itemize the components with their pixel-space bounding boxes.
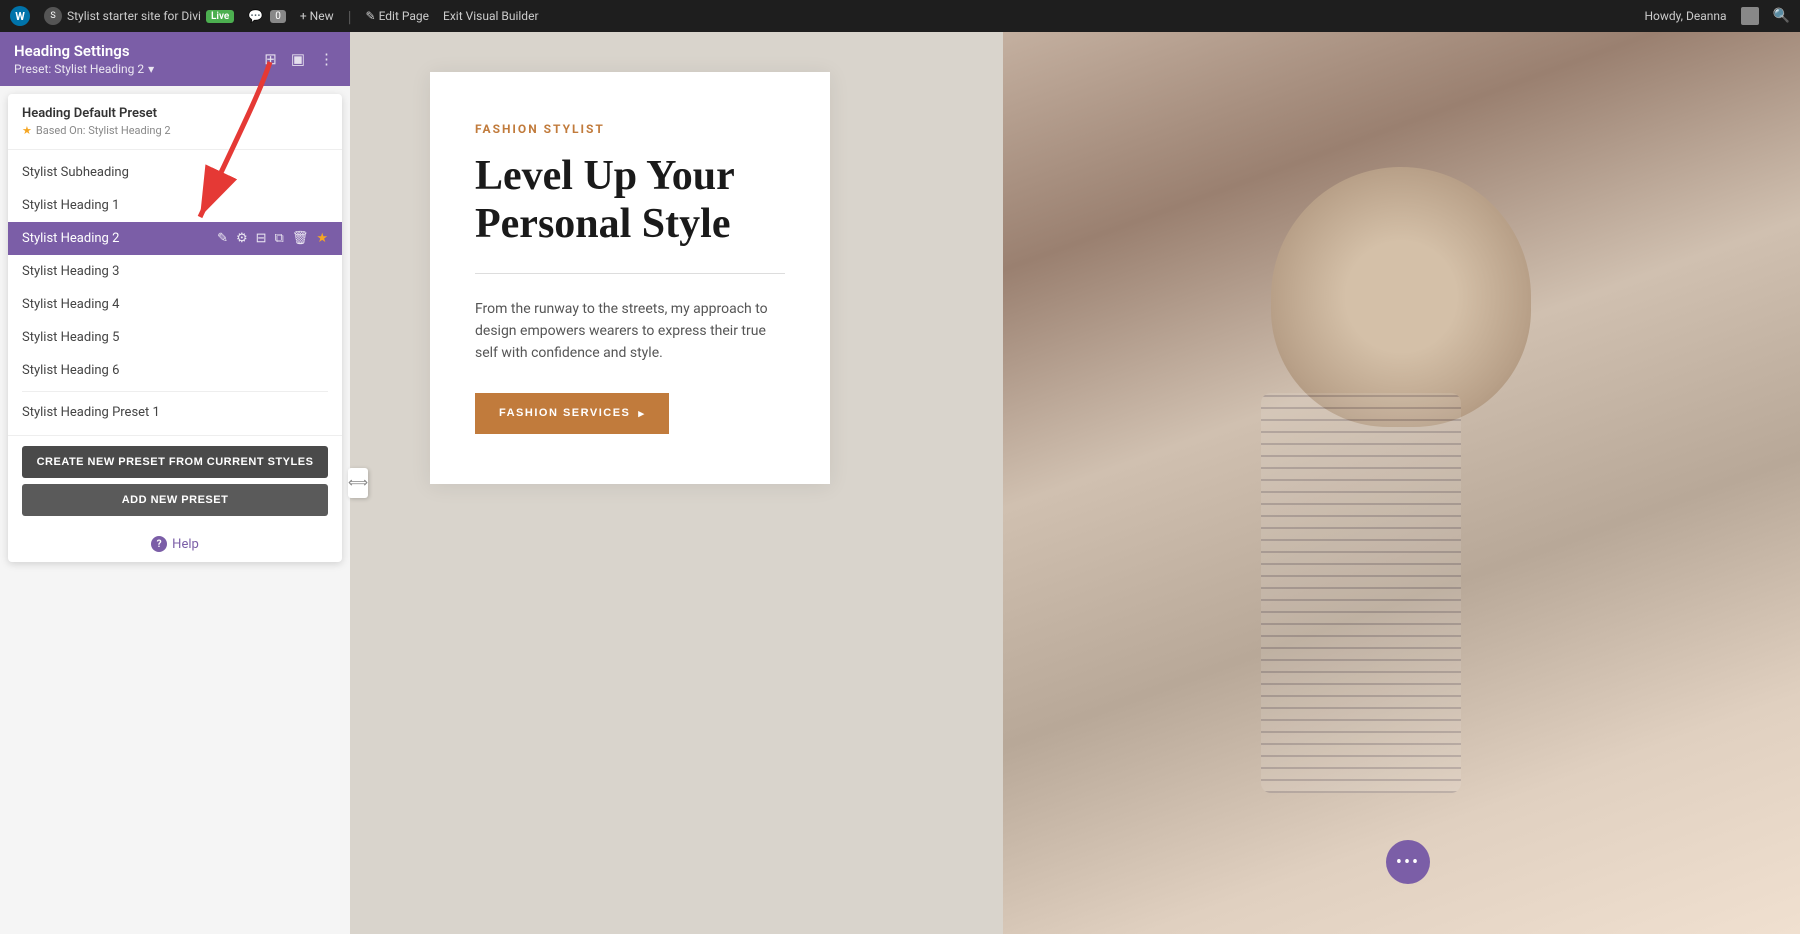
preset-subtitle[interactable]: Preset: Stylist Heading 2 ▾ [14,62,154,76]
admin-bar: W S Stylist starter site for Divi Live 💬… [0,0,1800,32]
comment-icon: 💬 [248,9,263,23]
delete-preset-icon[interactable]: 🗑 [292,231,309,246]
drag-handle[interactable]: ⟺ [348,468,368,498]
preset-item-heading2[interactable]: Stylist Heading 2 ✎ ⚙ ⊟ ⧉ 🗑 ★ [8,222,342,255]
preset-panel: Heading Default Preset ★ Based On: Styli… [8,94,342,562]
resize-icon[interactable]: ⊞ [262,48,279,70]
comments-link[interactable]: 💬 0 [248,9,286,23]
default-preset-title: Heading Default Preset [22,106,328,121]
content-area: FASHION STYLIST Level Up Your Personal S… [350,32,1800,934]
preset-item-actions: ✎ ⚙ ⊟ ⧉ 🗑 ★ [217,231,328,246]
default-preset-section: Heading Default Preset ★ Based On: Styli… [8,94,342,150]
preset-item-heading1[interactable]: Stylist Heading 1 [8,189,342,222]
fashion-services-button[interactable]: FASHION SERVICES ▸ [475,393,669,434]
star-icon: ★ [22,124,32,137]
edit-page-link[interactable]: ✎ Edit Page [366,9,429,23]
help-link[interactable]: ? Help [8,526,342,562]
help-icon: ? [151,536,167,552]
preset-separator [22,391,328,392]
chevron-down-icon: ▾ [148,62,154,76]
arrow-icon: ▸ [638,407,645,420]
heading-settings-title: Heading Settings [14,42,154,60]
preset-item-heading3[interactable]: Stylist Heading 3 [8,255,342,288]
main-layout: Heading Settings Preset: Stylist Heading… [0,32,1800,934]
site-icon: S [44,7,62,25]
site-name-link[interactable]: S Stylist starter site for Divi Live [44,7,234,25]
live-badge: Live [206,10,234,23]
preset-item-heading-preset1[interactable]: Stylist Heading Preset 1 [8,396,342,429]
hero-image-right [1003,32,1800,934]
add-preset-button[interactable]: ADD NEW PRESET [22,484,328,516]
howdy-text: Howdy, Deanna [1644,9,1726,23]
dots-button[interactable]: ••• [1386,840,1430,884]
separator: | [348,7,352,26]
star-preset-icon[interactable]: ★ [316,231,328,246]
edit-preset-icon[interactable]: ✎ [217,231,228,246]
more-icon[interactable]: ⋮ [317,48,336,70]
preset-item-heading4[interactable]: Stylist Heading 4 [8,288,342,321]
exit-builder-link[interactable]: Exit Visual Builder [443,9,539,23]
preset-item-heading5[interactable]: Stylist Heading 5 [8,321,342,354]
admin-bar-left: W S Stylist starter site for Divi Live 💬… [10,6,1628,26]
heading-settings-header: Heading Settings Preset: Stylist Heading… [0,32,350,86]
hero-title: Level Up Your Personal Style [475,152,785,249]
hero-label: FASHION STYLIST [475,122,785,136]
create-preset-button[interactable]: CREATE NEW PRESET FROM CURRENT STYLES [22,446,328,478]
search-icon[interactable]: 🔍 [1773,8,1790,24]
admin-bar-right: Howdy, Deanna 🔍 [1644,7,1790,25]
unlink-preset-icon[interactable]: ⊟ [256,231,267,246]
layout-icon[interactable]: ▣ [289,48,307,70]
fashion-image [1003,32,1800,934]
admin-avatar [1741,7,1759,25]
header-icons: ⊞ ▣ ⋮ [262,48,336,70]
preset-list: Stylist Subheading Stylist Heading 1 Sty… [8,150,342,435]
preset-actions: CREATE NEW PRESET FROM CURRENT STYLES AD… [8,435,342,526]
hero-divider [475,273,785,274]
default-preset-based: ★ Based On: Stylist Heading 2 [22,124,328,137]
wordpress-icon[interactable]: W [10,6,30,26]
new-link[interactable]: + New [300,9,334,23]
duplicate-preset-icon[interactable]: ⧉ [275,231,284,246]
preset-item-heading6[interactable]: Stylist Heading 6 [8,354,342,387]
heading-settings-info: Heading Settings Preset: Stylist Heading… [14,42,154,76]
hero-body-text: From the runway to the streets, my appro… [475,298,785,365]
settings-preset-icon[interactable]: ⚙ [236,231,248,246]
preset-item-subheading[interactable]: Stylist Subheading [8,156,342,189]
left-panel: Heading Settings Preset: Stylist Heading… [0,32,350,934]
hero-card: FASHION STYLIST Level Up Your Personal S… [430,72,830,484]
comment-count: 0 [270,10,286,23]
